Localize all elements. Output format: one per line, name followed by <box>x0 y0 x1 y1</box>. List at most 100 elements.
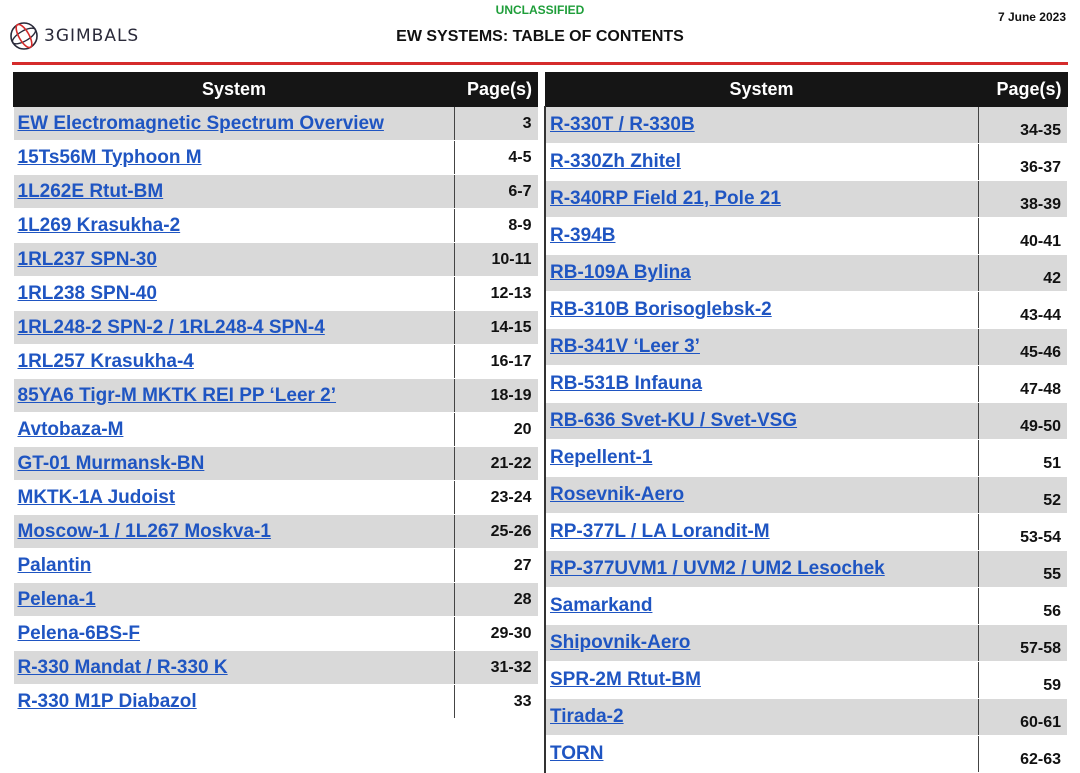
page-number: 38-39 <box>978 180 1067 218</box>
page-number: 36-37 <box>978 143 1067 181</box>
system-link[interactable]: Samarkand <box>550 595 652 616</box>
system-cell: RB-341V ‘Leer 3’ <box>544 328 979 366</box>
system-link[interactable]: Pelena-1 <box>18 589 96 610</box>
page-number: 55 <box>978 550 1067 588</box>
table-row: SPR-2M Rtut-BM 59 <box>544 661 1067 699</box>
page-number: 33 <box>454 684 538 719</box>
page-title: EW SYSTEMS: TABLE OF CONTENTS <box>396 28 684 45</box>
header-divider <box>12 62 1068 65</box>
table-row: 1L269 Krasukha-2 8-9 <box>13 208 538 243</box>
system-link[interactable]: R-394B <box>550 225 615 246</box>
page-number: 51 <box>978 439 1067 477</box>
table-row: R-330 M1P Diabazol 33 <box>13 684 538 719</box>
table-row: Rosevnik-Aero 52 <box>544 476 1067 514</box>
system-link[interactable]: Repellent-1 <box>550 447 652 468</box>
table-row: RB-109A Bylina 42 <box>544 254 1067 292</box>
table-row: Pelena-6BS-F 29-30 <box>13 616 538 651</box>
system-link[interactable]: TORN <box>550 743 603 764</box>
system-link[interactable]: Moscow-1 / 1L267 Moskva-1 <box>18 521 271 542</box>
system-link[interactable]: R-330Zh Zhitel <box>550 151 681 172</box>
system-link[interactable]: RB-109A Bylina <box>550 262 691 283</box>
system-cell: TORN <box>544 735 979 773</box>
system-link[interactable]: RP-377L / LA Lorandit-M <box>550 521 770 542</box>
table-row: 1RL237 SPN-30 10-11 <box>13 242 538 277</box>
system-link[interactable]: RB-310B Borisoglebsk-2 <box>550 299 772 320</box>
system-link[interactable]: MKTK-1A Judoist <box>18 487 176 508</box>
system-column-header: System <box>13 72 455 107</box>
system-link[interactable]: RB-531B Infauna <box>550 373 702 394</box>
system-cell: 85YA6 Tigr-M MKTK REI PP ‘Leer 2’ <box>13 378 455 413</box>
page-number: 47-48 <box>978 365 1067 403</box>
system-cell: EW Electromagnetic Spectrum Overview <box>13 106 455 141</box>
system-link[interactable]: Pelena-6BS-F <box>18 623 140 644</box>
page-number: 59 <box>978 661 1067 699</box>
page-number: 52 <box>978 476 1067 514</box>
system-link[interactable]: RB-636 Svet-KU / Svet-VSG <box>550 410 797 431</box>
table-row: RB-636 Svet-KU / Svet-VSG 49-50 <box>544 402 1067 440</box>
system-link[interactable]: 1L269 Krasukha-2 <box>18 215 181 236</box>
system-link[interactable]: 1RL248-2 SPN-2 / 1RL248-4 SPN-4 <box>18 317 325 338</box>
system-cell: R-330 M1P Diabazol <box>13 684 455 719</box>
page-number: 3 <box>454 106 538 141</box>
system-link[interactable]: GT-01 Murmansk-BN <box>18 453 205 474</box>
system-cell: Pelena-1 <box>13 582 455 617</box>
table-row: Samarkand 56 <box>544 587 1067 625</box>
system-cell: 1RL238 SPN-40 <box>13 276 455 311</box>
page-number: 49-50 <box>978 402 1067 440</box>
system-link[interactable]: 85YA6 Tigr-M MKTK REI PP ‘Leer 2’ <box>18 385 337 406</box>
system-link[interactable]: 1RL237 SPN-30 <box>18 249 157 270</box>
table-row: RP-377UVM1 / UVM2 / UM2 Lesochek 55 <box>544 550 1067 588</box>
table-row: TORN 62-63 <box>544 735 1067 773</box>
table-row: 1L262E Rtut-BM 6-7 <box>13 174 538 209</box>
system-link[interactable]: Shipovnik-Aero <box>550 632 690 653</box>
page-number: 60-61 <box>978 698 1067 736</box>
system-link[interactable]: R-330 Mandat / R-330 K <box>18 657 228 678</box>
system-link[interactable]: RP-377UVM1 / UVM2 / UM2 Lesochek <box>550 558 885 579</box>
system-link[interactable]: Avtobaza-M <box>18 419 124 440</box>
page-number: 14-15 <box>454 310 538 345</box>
system-cell: R-340RP Field 21, Pole 21 <box>544 180 979 218</box>
system-link[interactable]: Tirada-2 <box>550 706 624 727</box>
table-row: R-340RP Field 21, Pole 21 38-39 <box>544 180 1067 218</box>
system-cell: 1L262E Rtut-BM <box>13 174 455 209</box>
system-cell: Repellent-1 <box>544 439 979 477</box>
system-link[interactable]: R-340RP Field 21, Pole 21 <box>550 188 781 209</box>
system-cell: Pelena-6BS-F <box>13 616 455 651</box>
system-cell: RB-310B Borisoglebsk-2 <box>544 291 979 329</box>
system-link[interactable]: RB-341V ‘Leer 3’ <box>550 336 700 357</box>
system-link[interactable]: Palantin <box>18 555 92 576</box>
table-row: 85YA6 Tigr-M MKTK REI PP ‘Leer 2’ 18-19 <box>13 378 538 413</box>
table-row: R-330Zh Zhitel 36-37 <box>544 143 1067 181</box>
system-cell: MKTK-1A Judoist <box>13 480 455 515</box>
system-link[interactable]: 1L262E Rtut-BM <box>18 181 164 202</box>
system-link[interactable]: Rosevnik-Aero <box>550 484 684 505</box>
system-link[interactable]: EW Electromagnetic Spectrum Overview <box>18 113 384 134</box>
system-cell: 15Ts56M Typhoon M <box>13 140 455 175</box>
system-link[interactable]: SPR-2M Rtut-BM <box>550 669 701 690</box>
page-number: 42 <box>978 254 1067 292</box>
table-row: EW Electromagnetic Spectrum Overview 3 <box>13 106 538 141</box>
page-header: 3GIMBALS UNCLASSIFIED EW SYSTEMS: TABLE … <box>0 0 1080 65</box>
system-cell: R-394B <box>544 217 979 255</box>
system-link[interactable]: R-330 M1P Diabazol <box>18 691 197 712</box>
system-cell: RB-636 Svet-KU / Svet-VSG <box>544 402 979 440</box>
table-row: Pelena-1 28 <box>13 582 538 617</box>
system-cell: 1RL237 SPN-30 <box>13 242 455 277</box>
system-cell: Palantin <box>13 548 455 583</box>
table-header-row: System Page(s) <box>13 72 538 107</box>
page-number: 31-32 <box>454 650 538 685</box>
table-row: R-394B 40-41 <box>544 217 1067 255</box>
system-cell: Rosevnik-Aero <box>544 476 979 514</box>
system-cell: 1RL257 Krasukha-4 <box>13 344 455 379</box>
page-number: 27 <box>454 548 538 583</box>
system-cell: RP-377L / LA Lorandit-M <box>544 513 979 551</box>
page-number: 4-5 <box>454 140 538 175</box>
system-cell: R-330T / R-330B <box>544 106 979 144</box>
system-link[interactable]: R-330T / R-330B <box>550 114 695 135</box>
system-link[interactable]: 15Ts56M Typhoon M <box>18 147 202 168</box>
page-number: 40-41 <box>978 217 1067 255</box>
system-link[interactable]: 1RL257 Krasukha-4 <box>18 351 194 372</box>
page-number: 25-26 <box>454 514 538 549</box>
page-number: 12-13 <box>454 276 538 311</box>
system-link[interactable]: 1RL238 SPN-40 <box>18 283 157 304</box>
